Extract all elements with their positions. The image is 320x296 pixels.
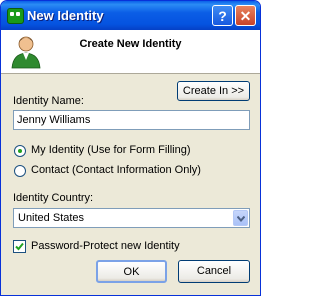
checkmark-icon: [15, 242, 24, 251]
my-identity-label[interactable]: My Identity (Use for Form Filling): [31, 144, 191, 156]
identity-country-select[interactable]: United States: [13, 208, 250, 228]
app-icon: [7, 8, 24, 24]
close-button[interactable]: ✕: [235, 5, 256, 26]
identity-name-input[interactable]: Jenny Williams: [13, 110, 250, 130]
dropdown-button[interactable]: [233, 210, 248, 226]
help-icon: ?: [218, 8, 227, 24]
password-protect-label[interactable]: Password-Protect new Identity: [31, 240, 180, 252]
identity-country-label: Identity Country:: [13, 192, 94, 204]
my-identity-radio[interactable]: [14, 145, 26, 157]
new-identity-dialog: New Identity ? ✕ Create New Identity Cre…: [0, 0, 261, 296]
close-icon: ✕: [239, 8, 252, 24]
create-in-button[interactable]: Create In >>: [177, 81, 250, 101]
help-button[interactable]: ?: [212, 5, 233, 26]
contact-label[interactable]: Contact (Contact Information Only): [31, 164, 201, 176]
title-bar[interactable]: New Identity ? ✕: [1, 1, 260, 30]
identity-country-value: United States: [18, 212, 85, 224]
dropdown-arrow-icon: [237, 216, 245, 222]
window-title: New Identity: [27, 8, 104, 23]
identity-name-label: Identity Name:: [13, 95, 84, 107]
header-title: Create New Identity: [79, 38, 182, 50]
dialog-header: Create New Identity: [1, 30, 260, 74]
password-protect-checkbox[interactable]: [13, 240, 26, 253]
app-icon-eye-right: [16, 12, 20, 16]
contact-radio[interactable]: [14, 165, 26, 177]
radio-selected-dot: [18, 149, 22, 153]
ok-button[interactable]: OK: [96, 260, 167, 283]
cancel-button[interactable]: Cancel: [178, 260, 250, 283]
app-icon-eye-left: [10, 12, 14, 16]
